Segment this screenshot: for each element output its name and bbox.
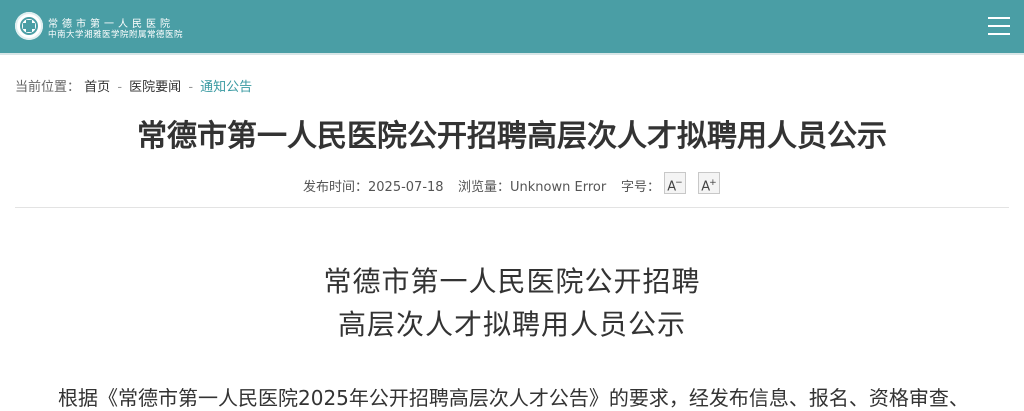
font-decrease-button[interactable]: A− <box>664 172 686 194</box>
breadcrumb-home-link[interactable]: 首页 <box>84 80 110 95</box>
publish-label: 发布时间： <box>303 180 369 195</box>
views-value: Unknown Error <box>510 180 607 195</box>
publish-date: 2025-07-18 <box>368 180 444 195</box>
hospital-logo-icon[interactable] <box>15 12 43 40</box>
font-size-label: 字号： <box>621 180 661 195</box>
breadcrumb-news-link[interactable]: 医院要闻 <box>129 80 181 95</box>
site-header: 常德市第一人民医院 中南大学湘雅医学院附属常德医院 <box>0 0 1024 55</box>
hamburger-menu-icon[interactable] <box>988 16 1010 36</box>
breadcrumb-separator: - <box>117 80 123 95</box>
breadcrumb: 当前位置： 首页 - 医院要闻 - 通知公告 <box>15 76 252 95</box>
breadcrumb-notice-link[interactable]: 通知公告 <box>200 80 252 95</box>
views-label: 浏览量： <box>458 180 511 195</box>
font-increase-button[interactable]: A+ <box>698 172 720 194</box>
article-subtitle-line1: 常德市第一人民医院公开招聘 <box>323 265 701 298</box>
article-paragraph: 根据《常德市第一人民医院2025年公开招聘高层次人才公告》的要求，经发布信息、报… <box>58 386 969 410</box>
page-title: 常德市第一人民医院公开招聘高层次人才拟聘用人员公示 <box>137 119 887 154</box>
article-meta: 发布时间：2025-07-18 浏览量：Unknown Error 字号： A−… <box>0 172 1024 198</box>
logo-subname[interactable]: 中南大学湘雅医学院附属常德医院 <box>48 28 183 40</box>
breadcrumb-label: 当前位置： <box>15 80 81 95</box>
article-subtitle-line2: 高层次人才拟聘用人员公示 <box>337 308 686 341</box>
breadcrumb-separator: - <box>188 80 194 95</box>
divider <box>15 207 1009 208</box>
